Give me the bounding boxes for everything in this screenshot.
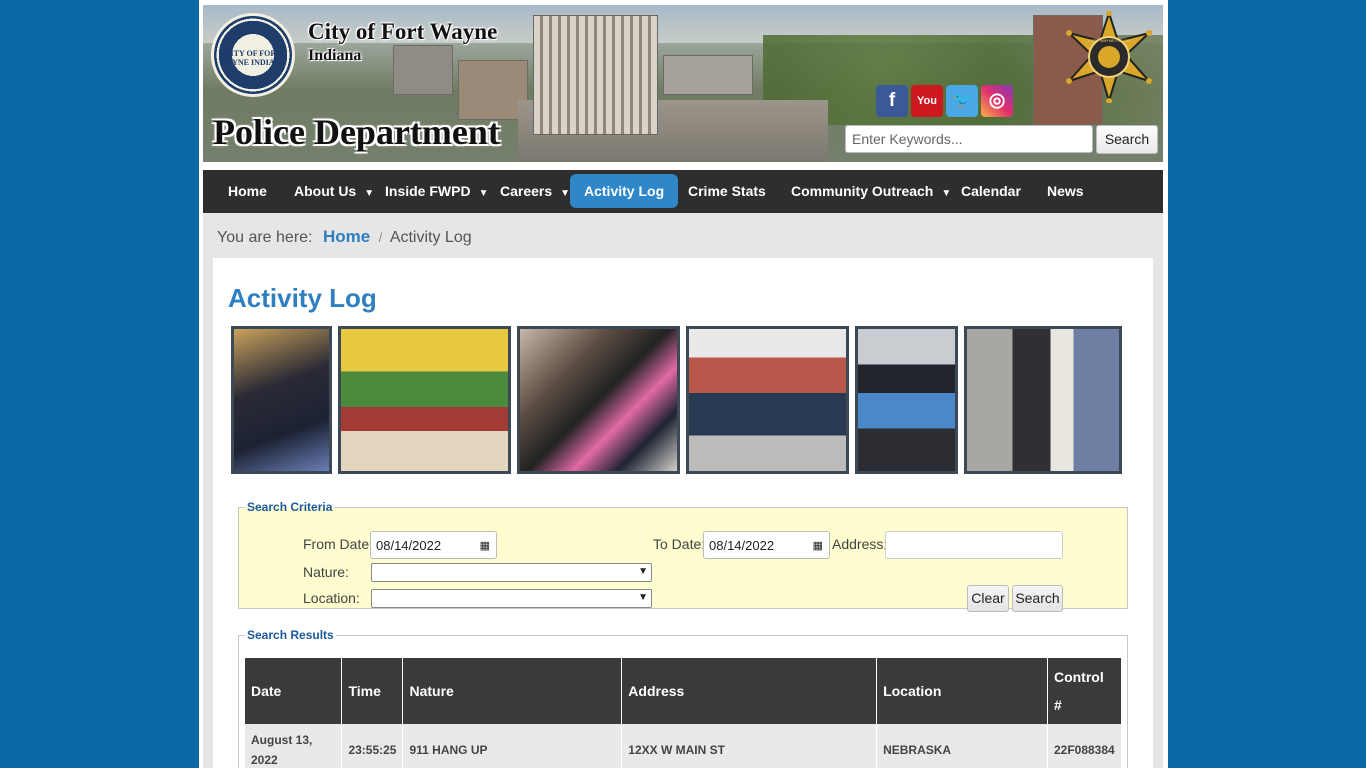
- calendar-icon[interactable]: ▦: [813, 539, 823, 552]
- location-select[interactable]: ▼: [371, 589, 652, 608]
- classroom-photo: [686, 326, 849, 474]
- dropdown-caret-icon: ▼: [560, 188, 571, 199]
- nav-careers[interactable]: Careers ▼: [500, 174, 570, 208]
- search-results-panel: Search Results Date Time Nature Address …: [238, 628, 1128, 768]
- officers-with-kid-photo: [855, 326, 958, 474]
- officer-conversation-photo: [964, 326, 1122, 474]
- from-date-value: 08/14/2022: [376, 538, 442, 553]
- header-tower: [533, 15, 658, 135]
- twitter-icon[interactable]: 🐦: [946, 85, 978, 117]
- badge-text: FORT WAYNE POLICE: [1088, 38, 1130, 43]
- header-building: [663, 55, 753, 95]
- nav-label: Crime Stats: [688, 183, 766, 199]
- cell-control: 22F088384: [1047, 724, 1123, 768]
- address-label: Address:: [832, 536, 888, 552]
- nav-news[interactable]: News: [1047, 174, 1084, 208]
- search-button[interactable]: Search: [1012, 585, 1063, 612]
- nav-label: Careers: [500, 183, 553, 199]
- to-date-value: 08/14/2022: [709, 538, 775, 553]
- address-input[interactable]: [885, 531, 1063, 559]
- nature-label: Nature:: [303, 564, 349, 580]
- content-wrapper: You are here: Home / Activity Log Activi…: [203, 213, 1163, 768]
- to-date-input[interactable]: 08/14/2022 ▦: [703, 531, 830, 559]
- breadcrumb-current: Activity Log: [389, 229, 472, 246]
- dropdown-caret-icon: ▼: [941, 188, 952, 199]
- column-header-time[interactable]: Time: [341, 658, 404, 724]
- cell-time: 23:55:25: [341, 724, 404, 768]
- page-container: CITY OF FORT WAYNE INDIANA City of Fort …: [199, 0, 1168, 768]
- header-search-input[interactable]: Enter Keywords...: [845, 125, 1093, 153]
- breadcrumb-prefix: You are here:: [217, 229, 313, 246]
- site-header-banner: CITY OF FORT WAYNE INDIANA City of Fort …: [203, 5, 1163, 162]
- results-table: Date Time Nature Address Location Contro…: [245, 658, 1123, 768]
- seal-text: CITY OF FORT WAYNE INDIANA: [219, 49, 287, 67]
- state-name: Indiana: [308, 47, 362, 64]
- dropdown-caret-icon: ▼: [478, 188, 489, 199]
- cell-date: August 13, 2022: [245, 724, 343, 768]
- city-seal-logo[interactable]: CITY OF FORT WAYNE INDIANA: [211, 13, 295, 97]
- to-date-label: To Date:: [653, 536, 706, 552]
- header-building: [393, 45, 453, 95]
- search-criteria-panel: Search Criteria From Date: 08/14/2022 ▦ …: [238, 500, 1128, 612]
- cell-address: 12XX W MAIN ST: [621, 724, 878, 768]
- main-content: Activity Log Search Criteria From Date: …: [213, 258, 1153, 768]
- from-date-input[interactable]: 08/14/2022 ▦: [370, 531, 497, 559]
- instagram-icon[interactable]: ◎: [981, 85, 1013, 117]
- nav-community-outreach[interactable]: Community Outreach ▼: [791, 174, 951, 208]
- facebook-icon[interactable]: f: [876, 85, 908, 117]
- search-results-legend: Search Results: [247, 628, 334, 642]
- column-header-control[interactable]: Control #: [1047, 658, 1123, 724]
- cell-nature: 911 HANG UP: [402, 724, 623, 768]
- officer-photo: [231, 326, 332, 474]
- search-criteria-legend: Search Criteria: [247, 500, 333, 514]
- main-nav: Home About Us ▼ Inside FWPD ▼ Careers ▼ Act…: [203, 170, 1163, 213]
- column-header-nature[interactable]: Nature: [402, 658, 623, 724]
- nav-about-us[interactable]: About Us ▼: [294, 174, 374, 208]
- column-header-date[interactable]: Date: [245, 658, 343, 724]
- page-title: Activity Log: [228, 283, 377, 313]
- nav-label: Home: [228, 183, 267, 199]
- nav-label: Community Outreach: [791, 183, 934, 199]
- nav-label: Inside FWPD: [385, 183, 471, 199]
- youtube-icon[interactable]: You: [911, 85, 943, 117]
- community-group-photo: [338, 326, 511, 474]
- column-header-address[interactable]: Address: [621, 658, 878, 724]
- nav-label: About Us: [294, 183, 357, 199]
- nav-home[interactable]: Home: [228, 174, 267, 208]
- table-header-row: Date Time Nature Address Location Contro…: [245, 658, 1123, 724]
- calendar-icon[interactable]: ▦: [480, 539, 490, 552]
- dropdown-caret-icon: ▼: [364, 188, 375, 199]
- nav-label: Activity Log: [584, 183, 665, 199]
- breadcrumb-separator: /: [378, 230, 383, 245]
- city-name: City of Fort Wayne: [308, 19, 498, 44]
- cell-location: NEBRASKA: [876, 724, 1048, 768]
- header-search-button[interactable]: Search: [1096, 125, 1158, 154]
- breadcrumb-home-link[interactable]: Home: [323, 227, 370, 246]
- high-five-photo: [517, 326, 680, 474]
- police-badge-logo: FORT WAYNE POLICE: [1065, 11, 1153, 103]
- nav-inside-fwpd[interactable]: Inside FWPD ▼: [385, 174, 488, 208]
- breadcrumb: You are here: Home / Activity Log: [217, 227, 472, 247]
- department-name: Police Department: [213, 112, 500, 152]
- column-header-location[interactable]: Location: [876, 658, 1048, 724]
- location-label: Location:: [303, 590, 360, 606]
- nav-crime-stats[interactable]: Crime Stats: [688, 174, 766, 208]
- nature-select[interactable]: ▼: [371, 563, 652, 582]
- nav-activity-log[interactable]: Activity Log: [570, 174, 679, 208]
- from-date-label: From Date:: [303, 536, 374, 552]
- chevron-down-icon: ▼: [638, 592, 648, 603]
- chevron-down-icon: ▼: [638, 566, 648, 577]
- nav-label: Calendar: [961, 183, 1021, 199]
- nav-calendar[interactable]: Calendar: [961, 174, 1021, 208]
- table-row: August 13, 2022 23:55:25 911 HANG UP 12X…: [245, 724, 1123, 768]
- clear-button[interactable]: Clear: [967, 585, 1009, 612]
- nav-label: News: [1047, 183, 1084, 199]
